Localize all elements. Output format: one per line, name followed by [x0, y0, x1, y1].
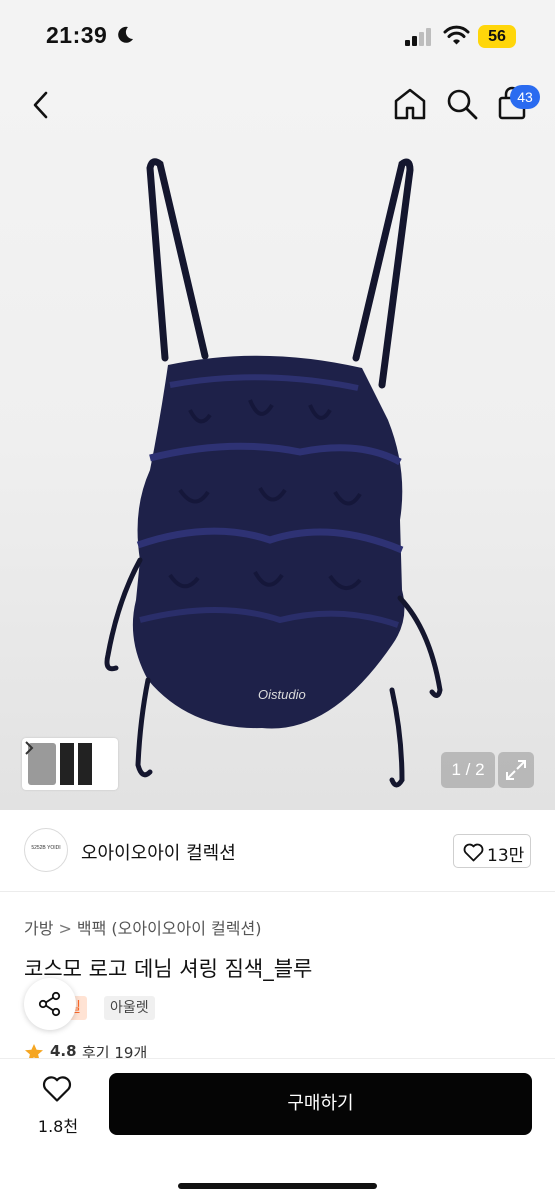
home-indicator[interactable] — [178, 1183, 377, 1189]
thumbnail-strip[interactable] — [22, 738, 118, 790]
top-nav — [0, 70, 555, 140]
wishlist-button[interactable]: 1.8천 — [26, 1075, 90, 1137]
battery-indicator: 56 — [478, 25, 516, 48]
breadcrumb-separator-icon: > — [58, 919, 72, 938]
back-icon[interactable] — [26, 88, 56, 122]
store-logo[interactable]: 5252B YOIDI — [24, 828, 68, 872]
outlet-tag: 아울렛 — [104, 996, 155, 1020]
thumbnail-3[interactable] — [78, 743, 92, 785]
moon-icon — [118, 26, 133, 43]
thumbnail-2[interactable] — [60, 743, 74, 785]
breadcrumb: 가방 > 백팩 (오아이오아이 컬렉션) — [24, 915, 261, 939]
home-icon[interactable] — [392, 86, 428, 122]
status-bar: 21:39 56 — [0, 0, 555, 70]
product-title: 코스모 로고 데님 셔링 짐색_블루 — [24, 957, 313, 981]
signal-icon — [405, 28, 431, 46]
image-counter: 1 / 2 — [441, 752, 495, 788]
heart-icon — [42, 1076, 72, 1102]
status-time: 21:39 — [46, 22, 108, 48]
store-like-button[interactable]: 13만 — [453, 834, 531, 868]
share-button[interactable] — [24, 978, 76, 1030]
chevron-right-icon[interactable] — [22, 738, 36, 758]
store-like-count: 13만 — [487, 846, 525, 866]
expand-button[interactable] — [498, 752, 534, 788]
wifi-icon — [443, 25, 470, 45]
breadcrumb-category[interactable]: 가방 — [24, 915, 53, 939]
buy-button[interactable]: 구매하기 — [109, 1073, 532, 1135]
wishlist-count: 1.8천 — [37, 1117, 79, 1136]
bag-logo-text: Oistudio — [258, 687, 306, 702]
cart-count-badge: 43 — [510, 85, 540, 109]
breadcrumb-subcategory[interactable]: 백팩 (오아이오아이 컬렉션) — [77, 915, 262, 939]
expand-icon — [506, 760, 526, 780]
store-name[interactable]: 오아이오아이 컬렉션 — [81, 839, 236, 865]
heart-icon — [463, 843, 484, 862]
store-logo-text: 5252B YOIDI — [31, 845, 61, 851]
bottom-action-bar: 1.8천 구매하기 — [0, 1058, 555, 1200]
share-icon — [38, 991, 61, 1017]
search-icon[interactable] — [444, 86, 480, 122]
